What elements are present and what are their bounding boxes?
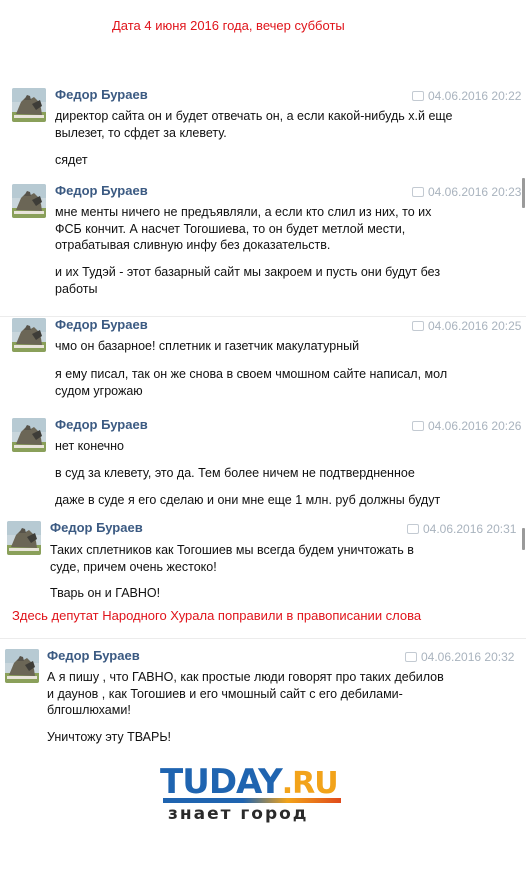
author-name[interactable]: Федор Бураев (55, 183, 148, 198)
author-name[interactable]: Федор Бураев (55, 317, 148, 332)
speech-bubble-icon (405, 652, 417, 662)
scrollbar-thumb[interactable] (522, 178, 525, 208)
message-date-text: 04.06.2016 20:32 (421, 650, 515, 664)
message-line: суде, причем очень жестоко! (50, 559, 217, 574)
message-date-text: 04.06.2016 20:23 (428, 185, 522, 199)
logo-ru: .RU (281, 766, 339, 801)
message-line: и их Тудэй - этот базарный сайт мы закро… (55, 265, 441, 279)
logo-tu: TU (160, 762, 210, 802)
message-date[interactable]: 04.06.2016 20:23 (412, 185, 521, 199)
message-date[interactable]: 04.06.2016 20:22 (412, 89, 521, 103)
author-name[interactable]: Федор Бураев (50, 520, 143, 535)
message-line: блгошлюхами! (47, 703, 131, 717)
message-paragraph: А я пишу , что ГАВНО, как простые люди г… (47, 669, 444, 719)
message-paragraph: чмо он базарное! сплетник и газетчик мак… (55, 338, 359, 355)
message-date-text: 04.06.2016 20:26 (428, 419, 522, 433)
logo-tagline: знает город (168, 804, 309, 824)
message-paragraph: нет конечно (55, 438, 124, 455)
message-line: А я пишу , что ГАВНО, как простые люди г… (47, 670, 444, 684)
message-line: работы (55, 281, 98, 296)
message-paragraph: и их Тудэй - этот базарный сайт мы закро… (55, 264, 440, 297)
separator (0, 638, 526, 639)
message-paragraph: директор сайта он и будет отвечать он, а… (55, 108, 453, 141)
message-line: я ему писал, так он же снова в своем чмо… (55, 367, 448, 381)
message-line: в суд за клевету, это да. Тем более ниче… (55, 466, 415, 480)
scrollbar-thumb[interactable] (522, 528, 525, 550)
message-date[interactable]: 04.06.2016 20:26 (412, 419, 521, 433)
logo-wordmark: TUDAY.RU (160, 762, 339, 802)
message-date[interactable]: 04.06.2016 20:31 (407, 522, 516, 536)
message-line: даже в суде я его сделаю и они мне еще 1… (55, 493, 441, 507)
avatar[interactable] (7, 521, 41, 555)
message-line: сядет (55, 153, 88, 167)
message-line: и даунов , как Тогошиев и его чмошный са… (47, 686, 403, 701)
message-date[interactable]: 04.06.2016 20:32 (405, 650, 514, 664)
message-date-text: 04.06.2016 20:31 (423, 522, 517, 536)
message-line: Тварь он и ГАВНО! (50, 586, 161, 600)
message-paragraph: даже в суде я его сделаю и они мне еще 1… (55, 492, 440, 509)
message-line: ФСБ кончит. А насчет Тогошиева, то он бу… (55, 221, 406, 236)
message-line: нет конечно (55, 439, 125, 453)
logo-underline (163, 798, 341, 803)
top-caption: Дата 4 июня 2016 года, вечер субботы (112, 18, 345, 33)
avatar[interactable] (5, 649, 39, 683)
author-name[interactable]: Федор Бураев (55, 417, 148, 432)
speech-bubble-icon (412, 321, 424, 331)
message-line: Уничтожу эту ТВАРЬ! (47, 730, 171, 744)
author-name[interactable]: Федор Бураев (55, 87, 148, 102)
message-line: отрабатывая сливную инфу без доказательс… (55, 238, 331, 252)
speech-bubble-icon (407, 524, 419, 534)
speech-bubble-icon (412, 187, 424, 197)
message-line: судом угрожаю (55, 383, 143, 398)
speech-bubble-icon (412, 91, 424, 101)
author-name[interactable]: Федор Бураев (47, 648, 140, 663)
avatar[interactable] (12, 318, 46, 352)
message-date-text: 04.06.2016 20:22 (428, 89, 522, 103)
message-line: директор сайта он и будет отвечать он, а… (55, 109, 453, 123)
message-paragraph: Уничтожу эту ТВАРЬ! (47, 729, 171, 746)
message-line: мне менты ничего не предъявляли, а если … (55, 205, 432, 219)
message-date-text: 04.06.2016 20:25 (428, 319, 522, 333)
message-paragraph: Таких сплетников как Тогошиев мы всегда … (50, 542, 414, 575)
logo-day: DAY (208, 762, 283, 802)
message-paragraph: сядет (55, 152, 88, 169)
message-line: чмо он базарное! сплетник и газетчик мак… (55, 339, 360, 353)
middle-caption: Здесь депутат Народного Хурала поправили… (12, 608, 422, 623)
avatar[interactable] (12, 418, 46, 452)
message-paragraph: я ему писал, так он же снова в своем чмо… (55, 366, 447, 399)
message-paragraph: Тварь он и ГАВНО! (50, 585, 160, 602)
message-date[interactable]: 04.06.2016 20:25 (412, 319, 521, 333)
message-line: Таких сплетников как Тогошиев мы всегда … (50, 543, 414, 557)
tuday-logo[interactable]: TUDAY.RU знает город (160, 762, 360, 824)
avatar[interactable] (12, 184, 46, 218)
message-paragraph: в суд за клевету, это да. Тем более ниче… (55, 465, 415, 482)
message-line: вылезет, то сфдет за клевету. (55, 125, 227, 140)
message-paragraph: мне менты ничего не предъявляли, а если … (55, 204, 431, 254)
avatar[interactable] (12, 88, 46, 122)
speech-bubble-icon (412, 421, 424, 431)
